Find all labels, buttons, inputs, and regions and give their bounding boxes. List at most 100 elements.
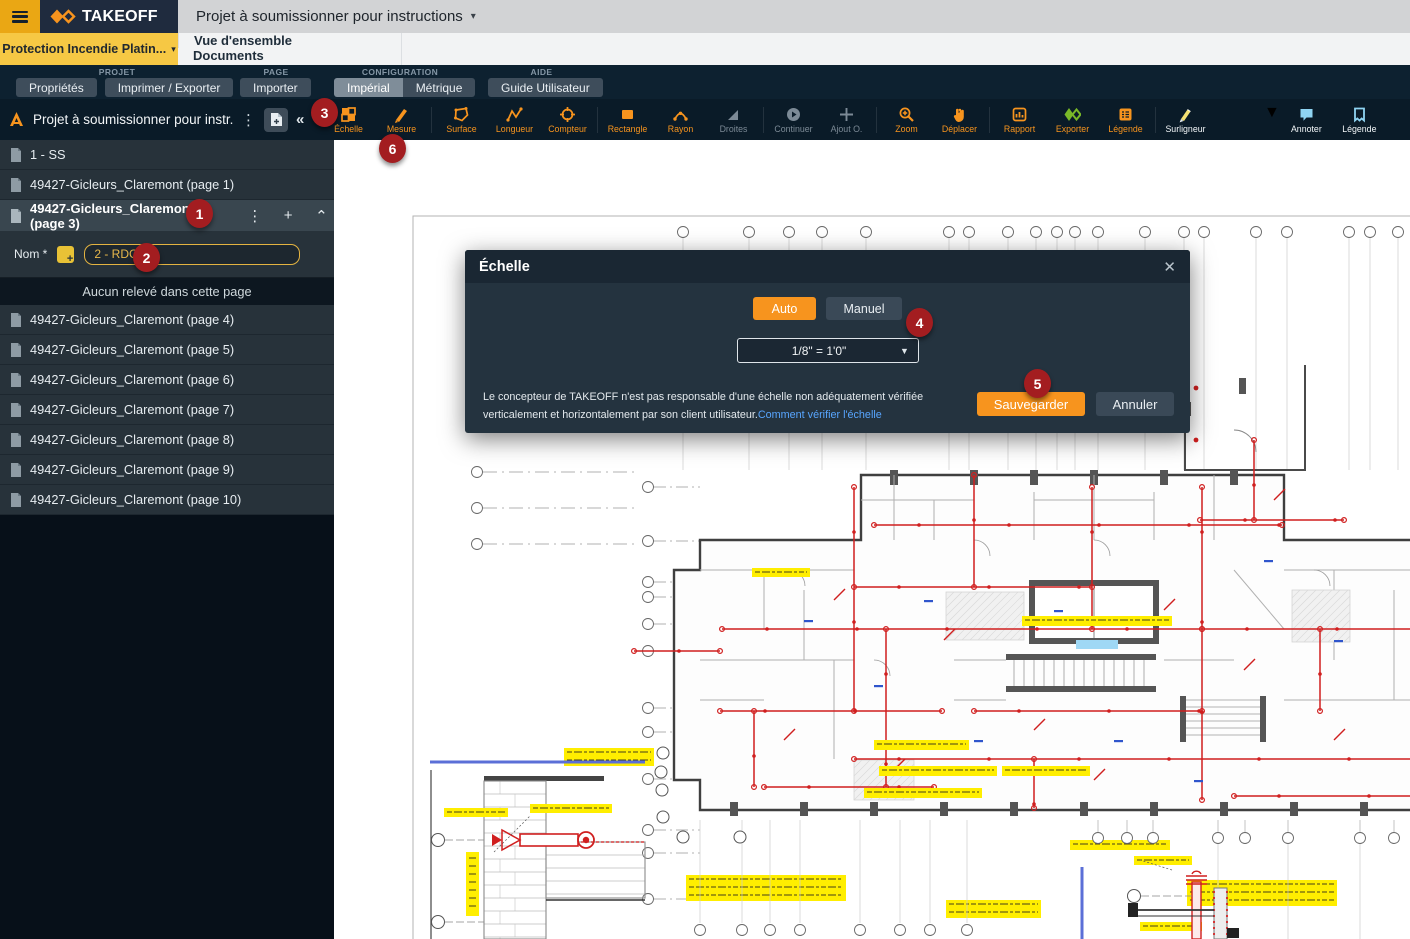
page-item-label: 49427-Gicleurs_Claremont (page 4) (30, 312, 234, 327)
chevron-down-icon: ▾ (171, 44, 176, 55)
scale-dialog-header: Échelle ✕ (465, 250, 1190, 283)
tool-label: Mesure (387, 124, 416, 134)
takeoff-diamonds-icon (50, 9, 76, 24)
tool-zoom[interactable]: Zoom (880, 106, 933, 134)
selected-page-row[interactable]: 49427-Gicleurs_Claremont (page 3) ⋮ + ⌃ (0, 200, 334, 231)
tool-surface[interactable]: Surface (435, 106, 488, 134)
takeoff-tool-logo-icon (8, 111, 25, 128)
verify-scale-link[interactable]: Comment vérifier l'échelle (758, 409, 882, 421)
workspace-label: Protection Incendie Platin... (2, 42, 166, 56)
tool-surligneur[interactable]: Surligneur (1159, 106, 1212, 134)
name-field-label: Nom * (14, 247, 47, 261)
collapse-panel-icon[interactable]: « (296, 111, 304, 128)
tool-longueur[interactable]: Longueur (488, 106, 541, 134)
tab-documents[interactable]: Documents (178, 48, 402, 63)
counter-icon (559, 106, 576, 123)
scale-select[interactable]: 1/8" = 1'0" ▼ (737, 338, 919, 363)
chevron-down-icon[interactable]: ▼ (1264, 104, 1280, 122)
tool-label: Annoter (1291, 124, 1322, 134)
tool-label: Continuer (774, 124, 812, 134)
scale-mode-row: Auto Manuel (465, 297, 1190, 320)
export-icon (1064, 106, 1081, 123)
add-document-button[interactable] (264, 108, 288, 132)
highlighter-icon (1177, 106, 1194, 123)
page-list-bottom: 49427-Gicleurs_Claremont (page 4) 49427-G… (0, 305, 334, 515)
scale-dialog-title: Échelle (479, 259, 530, 275)
step-badge-2: 2 (133, 243, 160, 272)
scale-select-value: 1/8" = 1'0" (738, 344, 900, 358)
page-list-item[interactable]: 49427-Gicleurs_Claremont (page 9) (0, 455, 334, 485)
guide-utilisateur-button[interactable]: Guide Utilisateur (488, 78, 603, 97)
zoom-icon (898, 106, 915, 123)
imprimer-exporter-button[interactable]: Imprimer / Exporter (105, 78, 234, 97)
auto-button[interactable]: Auto (753, 297, 816, 320)
file-icon (10, 148, 22, 162)
file-icon (10, 373, 22, 387)
tool-l-gende[interactable]: Légende (1099, 106, 1152, 134)
legend-page-icon (1351, 106, 1368, 123)
tab-strip: Vue d'ensembleDocumentsMessagerieInterve… (178, 33, 402, 65)
pan-icon (951, 106, 968, 123)
project-title-text: Projet à soumissionner pour instructions (196, 8, 463, 25)
page-list-item[interactable]: 49427-Gicleurs_Claremont (page 6) (0, 365, 334, 395)
page-list-top: 1 - SS49427-Gicleurs_Claremont (page 1) (0, 140, 334, 200)
tool-rapport[interactable]: Rapport (993, 106, 1046, 134)
note-add-icon[interactable] (57, 246, 74, 263)
tool-rectangle[interactable]: Rectangle (601, 106, 654, 134)
file-icon (10, 313, 22, 327)
collapse-chevron-icon[interactable]: ⌃ (309, 207, 334, 225)
tab-vue-d-ensemble[interactable]: Vue d'ensemble (178, 33, 402, 48)
cancel-button[interactable]: Annuler (1096, 392, 1174, 416)
tool-label: Droites (720, 124, 748, 134)
step-badge-4: 4 (906, 308, 933, 337)
tool-label: Légende (1108, 124, 1142, 134)
propri-t-s-button[interactable]: Propriétés (16, 78, 97, 97)
manual-button[interactable]: Manuel (826, 297, 902, 320)
measure-icon (393, 106, 410, 123)
hamburger-icon (12, 11, 28, 23)
page-list-item[interactable]: 49427-Gicleurs_Claremont (page 7) (0, 395, 334, 425)
tool-label: Déplacer (942, 124, 977, 134)
page-item-label: 49427-Gicleurs_Claremont (page 10) (30, 492, 241, 507)
plan-canvas[interactable]: Échelle ✕ Auto Manuel 1/8" = 1'0" ▼ Le c… (334, 140, 1410, 939)
tool-d-placer[interactable]: Déplacer (933, 106, 986, 134)
close-icon[interactable]: ✕ (1163, 258, 1176, 276)
tool-mesure[interactable]: Mesure (375, 106, 428, 134)
importer-button[interactable]: Importer (240, 78, 311, 97)
add-object-icon (838, 106, 855, 123)
page-list-item[interactable]: 49427-Gicleurs_Claremont (page 10) (0, 485, 334, 515)
page-name-input[interactable]: 2 - RDC (84, 244, 300, 265)
page-list-item[interactable]: 49427-Gicleurs_Claremont (page 5) (0, 335, 334, 365)
tool-l-gende[interactable]: Légende (1333, 106, 1386, 134)
tool-exporter[interactable]: Exporter (1046, 106, 1099, 134)
page-kebab-menu-icon[interactable]: ⋮ (242, 207, 267, 225)
project-title-dropdown[interactable]: Projet à soumissionner pour instructions… (196, 0, 476, 33)
file-icon (10, 433, 22, 447)
kebab-menu-icon[interactable]: ⋮ (241, 111, 256, 129)
plan-project-name: Projet à soumissionner pour instr... (33, 112, 233, 127)
rectangle-icon (619, 106, 636, 123)
file-icon (10, 463, 22, 477)
tool-annoter[interactable]: Annoter (1280, 106, 1333, 134)
workspace-selector-tab[interactable]: Protection Incendie Platin... ▾ (0, 33, 178, 65)
ribbon-group-label: PAGE (240, 67, 312, 77)
segment-imp-rial[interactable]: Impérial (334, 78, 403, 97)
tool-compteur[interactable]: Compteur (541, 106, 594, 134)
page-list-item[interactable]: 49427-Gicleurs_Claremont (page 1) (0, 170, 334, 200)
page-list-item[interactable]: 49427-Gicleurs_Claremont (page 8) (0, 425, 334, 455)
hamburger-menu-button[interactable] (0, 0, 40, 33)
file-icon (10, 178, 22, 192)
tool-label: Échelle (334, 124, 363, 134)
page-list-item[interactable]: 49427-Gicleurs_Claremont (page 4) (0, 305, 334, 335)
segment-m-trique[interactable]: Métrique (403, 78, 476, 97)
step-badge-3: 3 (311, 98, 338, 127)
tool-rayon[interactable]: Rayon (654, 106, 707, 134)
tab-label: Vue d'ensemble (194, 33, 292, 48)
page-list-item[interactable]: 1 - SS (0, 140, 334, 170)
ribbon-group-configuration: CONFIGURATIONImpérialMétrique (334, 65, 466, 99)
brand-name: TAKEOFF (82, 8, 158, 26)
add-takeoff-icon[interactable]: + (275, 207, 300, 224)
file-icon (10, 343, 22, 357)
step-badge-1: 1 (186, 199, 213, 228)
radius-icon (672, 106, 689, 123)
